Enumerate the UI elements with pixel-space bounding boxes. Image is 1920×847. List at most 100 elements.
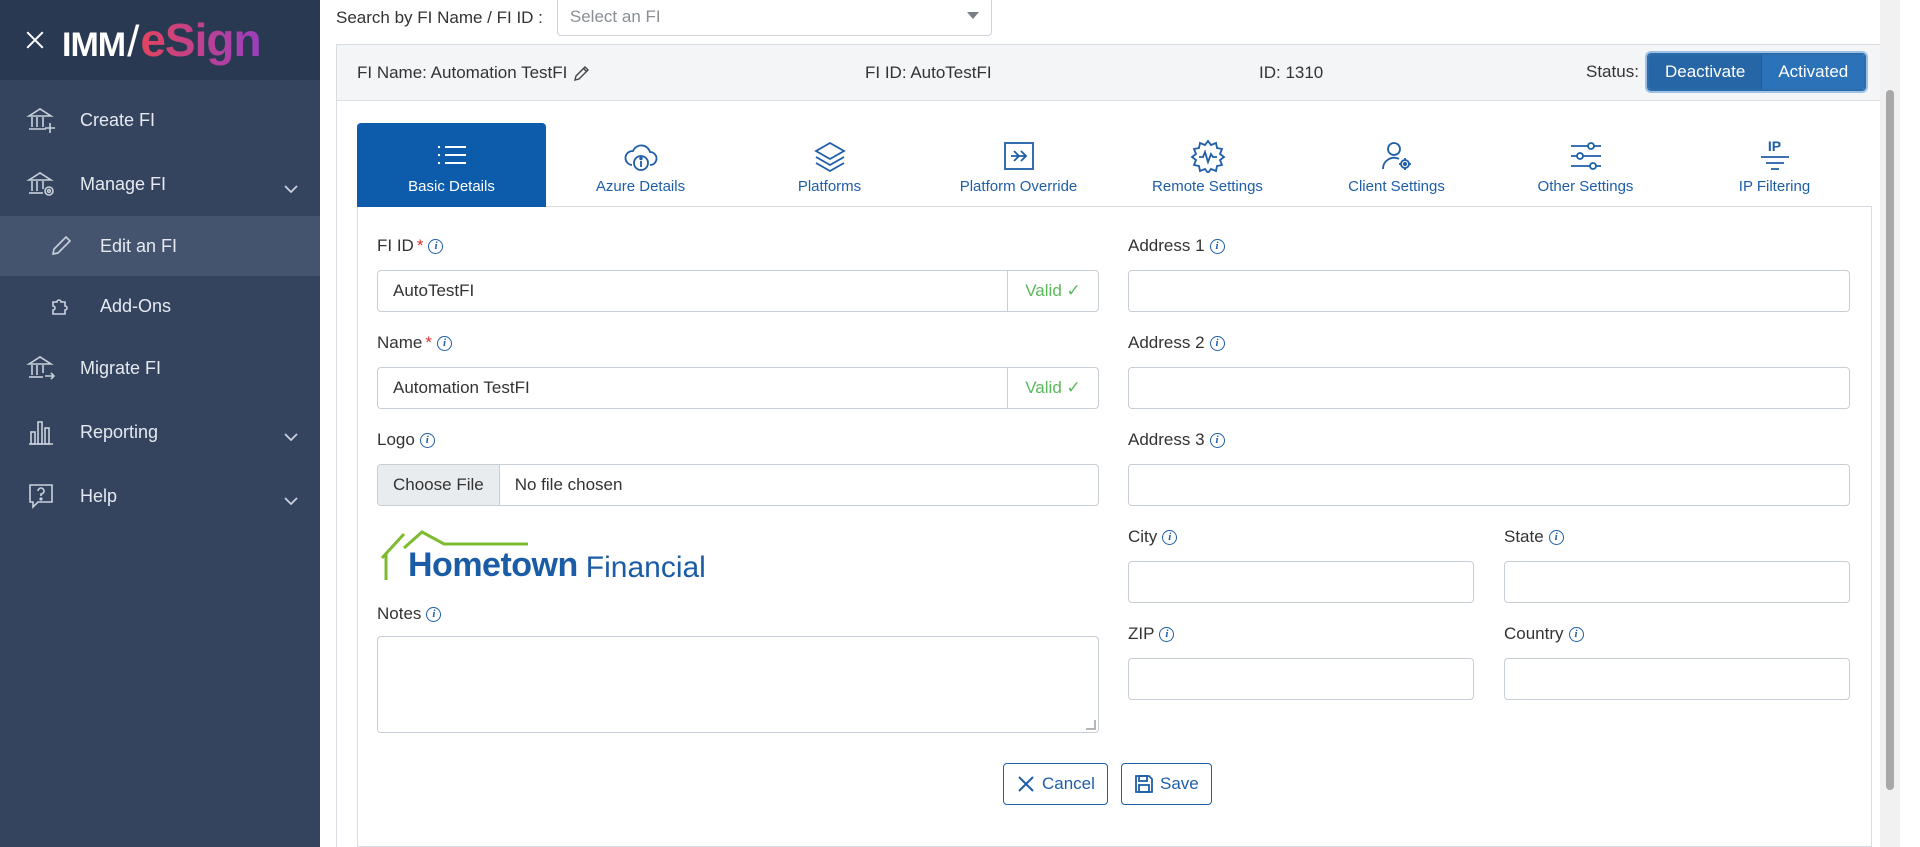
info-icon[interactable]: i [1209, 432, 1225, 448]
sidebar-item-label: Migrate FI [80, 357, 162, 378]
name-field: Automation TestFI Valid ✓ [377, 367, 1099, 409]
sidebar-item-migrate-fi[interactable]: Migrate FI [0, 336, 320, 400]
sidebar-item-label: Add-Ons [100, 295, 172, 316]
info-icon[interactable]: i [428, 238, 444, 254]
fi-id-valid-badge: Valid ✓ [1007, 270, 1099, 312]
bar-chart-icon [26, 417, 56, 447]
address2-input[interactable] [1128, 367, 1850, 409]
resize-handle[interactable] [1086, 720, 1096, 730]
sidebar-item-label: Edit an FI [100, 235, 178, 256]
ip-filter-icon: IP [1757, 138, 1793, 174]
puzzle-icon [48, 293, 74, 319]
sidebar-item-label: Manage FI [80, 173, 167, 194]
bank-plus-icon [26, 105, 56, 135]
user-gear-icon [1379, 138, 1415, 174]
logo-financial-text: Financial [585, 551, 706, 584]
city-input[interactable] [1128, 561, 1474, 603]
activated-button[interactable]: Activated [1762, 55, 1865, 89]
choose-file-button[interactable]: Choose File [378, 465, 500, 505]
info-icon[interactable]: i [419, 432, 435, 448]
fi-name-text: FI Name: Automation TestFI [357, 63, 568, 82]
country-input[interactable] [1504, 658, 1850, 700]
fi-id-display: FI ID: AutoTestFI [865, 63, 992, 82]
sidebar-item-reporting[interactable]: Reporting [0, 400, 320, 464]
sidebar-brand: IMM / eSign [0, 0, 320, 80]
fi-card-header: FI Name: Automation TestFI FI ID: AutoTe… [337, 45, 1890, 101]
chevron-down-icon [284, 490, 298, 511]
info-icon[interactable]: i [436, 335, 452, 351]
fi-name-display: FI Name: Automation TestFI [357, 63, 591, 83]
close-icon [1018, 776, 1034, 792]
bank-gear-icon [26, 169, 56, 199]
sliders-icon [1568, 138, 1604, 174]
tab-ip-filtering[interactable]: IP IP Filtering [1680, 123, 1869, 207]
tab-client-settings[interactable]: Client Settings [1302, 123, 1491, 207]
info-icon[interactable]: i [1209, 335, 1225, 351]
sidebar-item-create-fi[interactable]: Create FI [0, 88, 320, 152]
status-label: Status: [1586, 62, 1639, 81]
layers-icon [812, 138, 848, 174]
override-arrow-icon [1001, 138, 1037, 174]
main-content: Search by FI Name / FI ID : Select an FI… [320, 0, 1900, 847]
notes-label: Notes i [377, 604, 442, 624]
tab-remote-settings[interactable]: Remote Settings [1113, 123, 1302, 207]
save-button[interactable]: Save [1121, 763, 1212, 805]
info-icon[interactable]: i [1162, 529, 1178, 545]
fi-search-row: Search by FI Name / FI ID : Select an FI [336, 0, 992, 36]
info-icon[interactable]: i [426, 606, 442, 622]
chevron-down-icon [284, 426, 298, 447]
tab-azure-details[interactable]: Azure Details [546, 123, 735, 207]
info-icon[interactable]: i [1568, 626, 1584, 642]
pencil-icon[interactable] [573, 64, 591, 82]
logo-file-input: Choose File No file chosen [377, 464, 1099, 506]
tab-platforms[interactable]: Platforms [735, 123, 924, 207]
state-label: State i [1504, 527, 1564, 547]
fi-id-field: AutoTestFI Valid ✓ [377, 270, 1099, 312]
cloud-info-icon [623, 138, 659, 174]
logo-preview: Hometown Financial [380, 528, 706, 585]
fi-id-input[interactable]: AutoTestFI [377, 270, 1007, 312]
sidebar-item-label: Reporting [80, 421, 159, 442]
tab-platform-override[interactable]: Platform Override [924, 123, 1113, 207]
info-icon[interactable]: i [1209, 238, 1225, 254]
info-icon[interactable]: i [1159, 626, 1175, 642]
tab-other-settings[interactable]: Other Settings [1491, 123, 1680, 207]
tab-label: Azure Details [595, 178, 686, 195]
address3-label: Address 3 i [1128, 430, 1225, 450]
tab-label: Platforms [797, 178, 862, 195]
sidebar-item-label: Help [80, 485, 118, 506]
zip-input[interactable] [1128, 658, 1474, 700]
notes-textarea[interactable] [377, 636, 1099, 733]
info-icon[interactable]: i [1548, 529, 1564, 545]
search-label: Search by FI Name / FI ID : [336, 8, 543, 27]
cancel-button[interactable]: Cancel [1003, 763, 1108, 805]
state-input[interactable] [1504, 561, 1850, 603]
sidebar-nav: Create FI Manage FI Edit an FI Add-Ons M… [0, 88, 320, 528]
sidebar: IMM / eSign Create FI Manage FI Edit an … [0, 0, 320, 847]
remote-gear-icon [1190, 138, 1226, 174]
chevron-down-icon [284, 178, 298, 199]
address1-input[interactable] [1128, 270, 1850, 312]
name-input[interactable]: Automation TestFI [377, 367, 1007, 409]
name-label: Name * i [377, 333, 452, 353]
page-scrollbar[interactable] [1880, 0, 1900, 847]
sidebar-item-edit-fi[interactable]: Edit an FI [0, 216, 320, 276]
close-icon[interactable] [22, 27, 48, 53]
country-label: Country i [1504, 624, 1584, 644]
address3-input[interactable] [1128, 464, 1850, 506]
file-status-text: No file chosen [514, 475, 623, 494]
list-icon [434, 138, 470, 174]
pencil-icon [48, 233, 74, 259]
fi-select-dropdown[interactable]: Select an FI [556, 0, 992, 36]
address2-label: Address 2 i [1128, 333, 1225, 353]
sidebar-item-manage-fi[interactable]: Manage FI [0, 152, 320, 216]
tab-label: Remote Settings [1152, 178, 1263, 195]
deactivate-button[interactable]: Deactivate [1649, 55, 1763, 89]
floppy-disk-icon [1135, 775, 1153, 793]
tab-basic-details[interactable]: Basic Details [357, 123, 546, 207]
scrollbar-thumb[interactable] [1886, 90, 1894, 790]
sidebar-item-add-ons[interactable]: Add-Ons [0, 276, 320, 336]
help-bubble-icon [26, 481, 56, 511]
sidebar-item-help[interactable]: Help [0, 464, 320, 528]
tab-label: Platform Override [959, 178, 1078, 195]
